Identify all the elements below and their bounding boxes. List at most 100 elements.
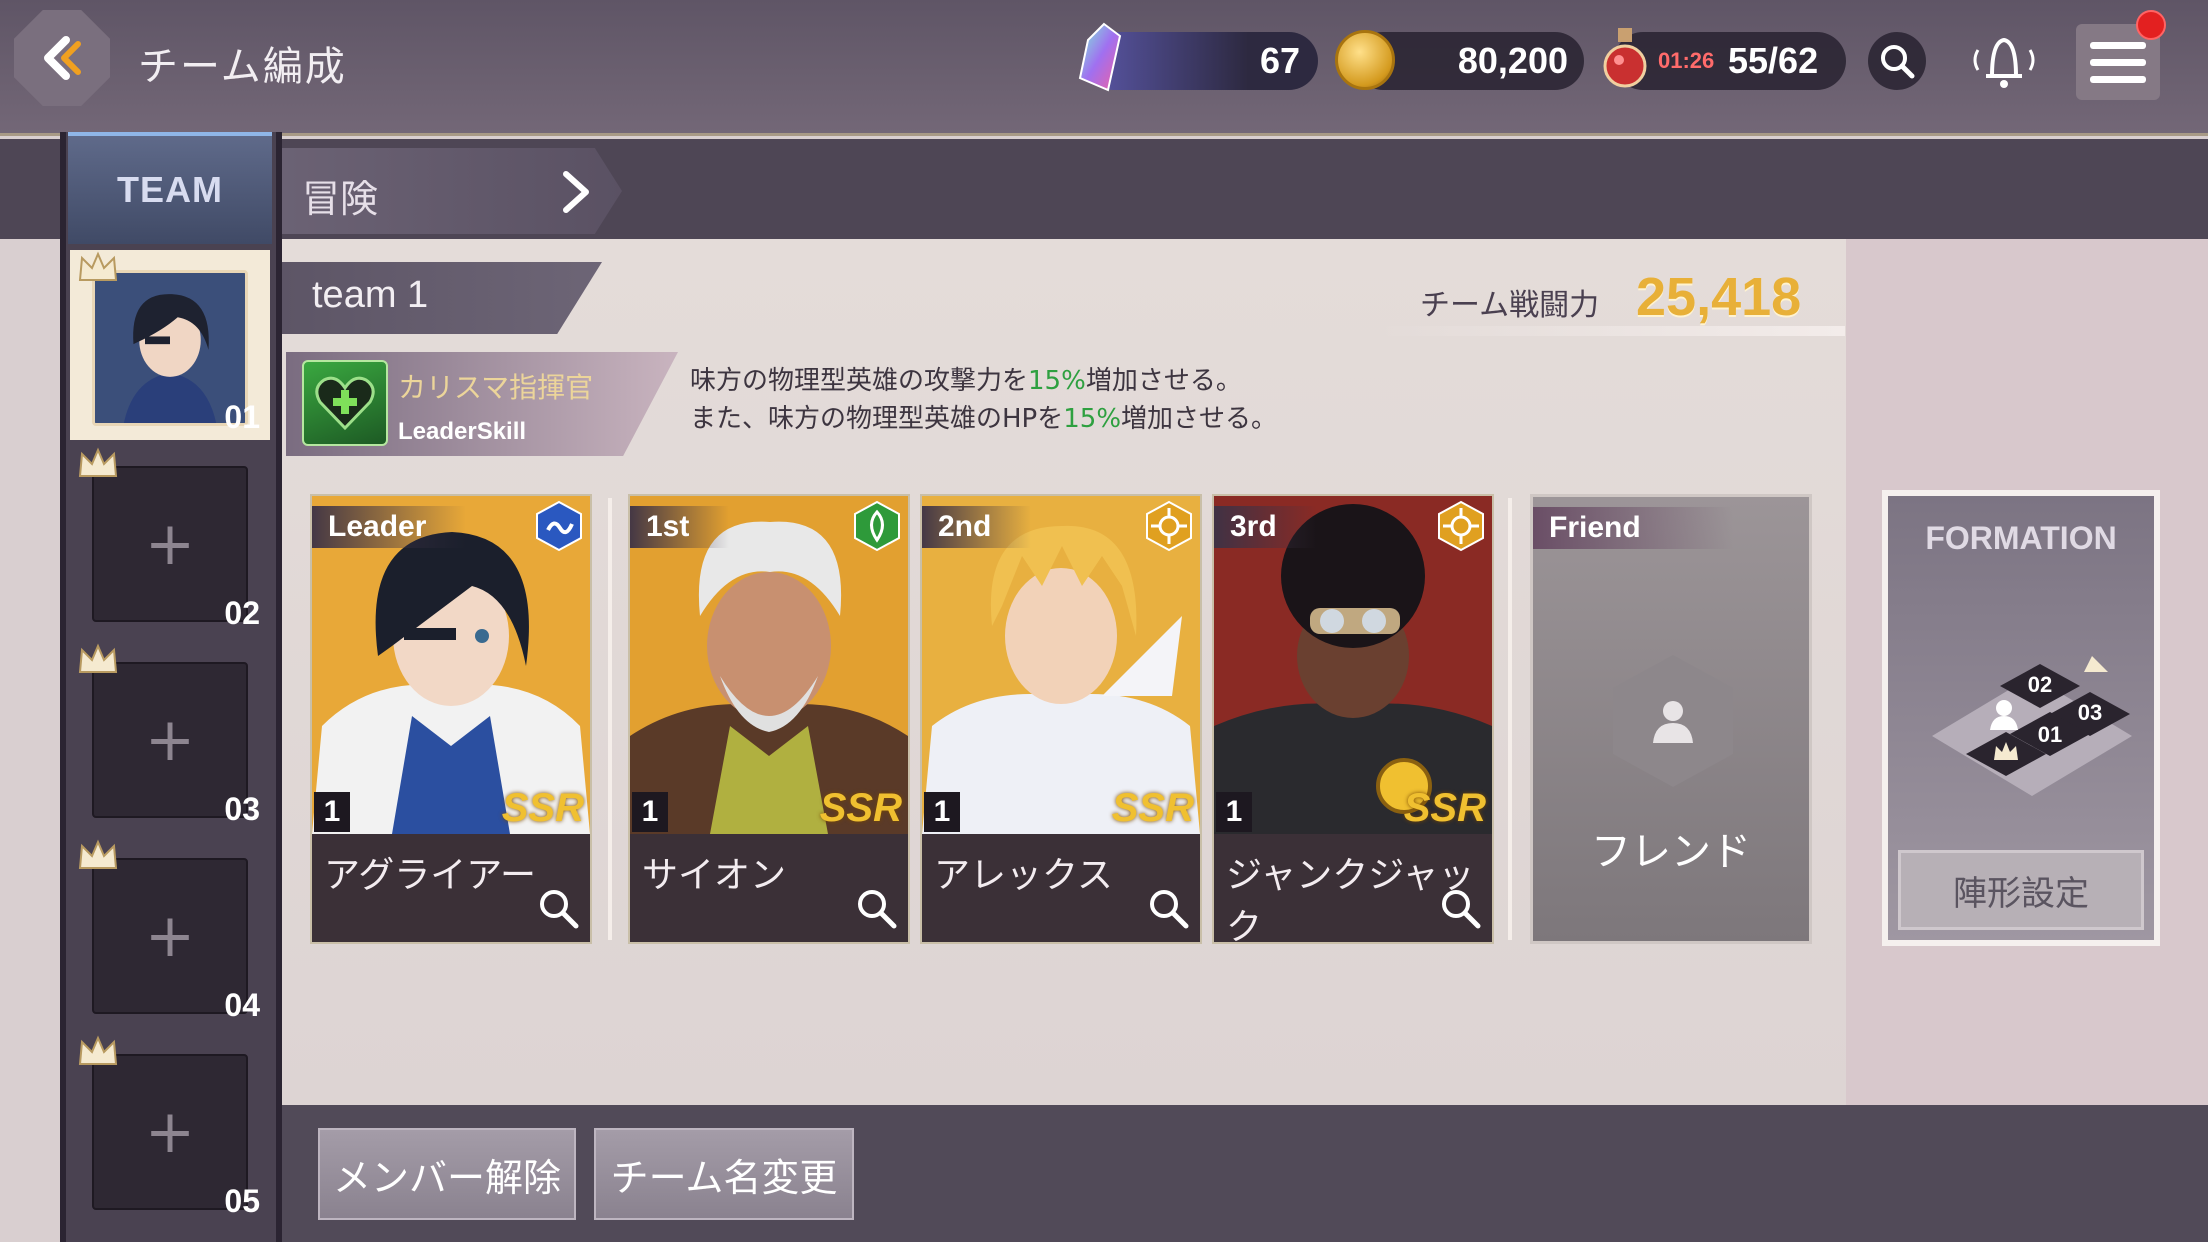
skill-text: 増加させる。 [1121, 404, 1278, 434]
slot-number: 02 [224, 595, 260, 631]
card-level: 1 [924, 792, 960, 832]
potion-icon [1603, 28, 1647, 88]
remove-member-button[interactable]: メンバー解除 [318, 1128, 576, 1220]
notification-button[interactable] [1962, 24, 2046, 96]
card-level: 1 [632, 792, 668, 832]
tab-team[interactable]: TEAM [68, 132, 272, 244]
hero-name: アレックス [934, 855, 1113, 896]
back-button[interactable] [14, 10, 110, 106]
card-role: 3rd [1214, 506, 1317, 548]
plus-icon: + [144, 1097, 196, 1167]
hero-name: アグライアー [324, 855, 537, 896]
earth-element-icon [854, 500, 900, 552]
skill-percent: 15% [1028, 366, 1086, 396]
hero-card-2nd[interactable]: 2nd 1 SSR アレックス [920, 494, 1202, 944]
notification-badge [2136, 10, 2166, 40]
stamina-timer: 01:26 [1658, 48, 1715, 73]
team-slot-2[interactable]: + 02 [70, 446, 270, 636]
skill-text: 味方の物理型英雄の攻撃力を [690, 366, 1029, 396]
light-element-icon [1438, 500, 1484, 552]
rename-team-button[interactable]: チーム名変更 [594, 1128, 854, 1220]
card-level: 1 [314, 792, 350, 832]
bell-icon [1973, 37, 2035, 88]
menu-line [2090, 41, 2146, 49]
heart-icon [315, 376, 375, 431]
detail-search-icon[interactable] [536, 886, 580, 930]
crown-icon [78, 251, 118, 281]
crown-icon [78, 839, 118, 869]
card-role: 1st [630, 506, 730, 548]
skill-percent: 15% [1063, 404, 1122, 434]
crown-icon [78, 1035, 118, 1065]
plus-icon: + [144, 901, 196, 971]
card-level: 1 [1216, 792, 1252, 832]
team-power-label: チーム戦闘力 [1420, 288, 1600, 323]
team-slot-4[interactable]: + 04 [70, 838, 270, 1028]
friend-role: Friend [1533, 507, 1733, 549]
skill-text: また、味方の物理型英雄のHPを [690, 404, 1064, 434]
hero-card-3rd[interactable]: 3rd 1 SSR ジャンクジャック [1212, 494, 1494, 948]
rarity-badge: SSR [1111, 786, 1194, 830]
formation-settings-button[interactable]: 陣形設定 [1898, 850, 2144, 930]
coin-count: 80,200 [1457, 40, 1568, 81]
screen-title: チーム編成 [138, 44, 347, 90]
formation-panel: FORMATION 02 03 01 陣形設定 [1882, 490, 2160, 946]
rarity-badge: SSR [1403, 786, 1486, 830]
coin-icon [1335, 30, 1395, 90]
formation-title: FORMATION [1925, 520, 2117, 556]
rarity-badge: SSR [501, 786, 584, 830]
skill-desc-line-1: 味方の物理型英雄の攻撃力を15%増加させる。 [690, 362, 1277, 400]
person-icon [1996, 700, 2012, 716]
detail-search-icon[interactable] [854, 886, 898, 930]
slot-number: 01 [224, 399, 260, 435]
detail-search-icon[interactable] [1438, 886, 1482, 930]
arrow-icon [2084, 656, 2108, 672]
formation-inner: FORMATION 02 03 01 陣形設定 [1888, 496, 2154, 940]
card-role: Leader [312, 506, 467, 548]
menu-line [2090, 58, 2146, 66]
plus-icon: + [144, 509, 196, 579]
team-tab-label: TEAM [117, 169, 223, 210]
leader-skill-description: 味方の物理型英雄の攻撃力を15%増加させる。 また、味方の物理型英雄のHPを15… [690, 362, 1277, 438]
formation-grid: 02 03 01 [1932, 656, 2132, 796]
team-power-value: 25,418 [1636, 267, 1802, 327]
team-name: team 1 [312, 274, 429, 316]
rarity-badge: SSR [819, 786, 902, 830]
team-slot-1[interactable]: 01 [70, 250, 270, 440]
hero-portrait [95, 273, 245, 423]
crystal-icon [1078, 22, 1122, 92]
crown-icon [78, 447, 118, 477]
hero-card-1st[interactable]: 1st 1 SSR サイオン [628, 494, 910, 944]
team-slot-5[interactable]: + 05 [70, 1034, 270, 1224]
skill-desc-line-2: また、味方の物理型英雄のHPを15%増加させる。 [690, 400, 1277, 438]
team-slot-3[interactable]: + 03 [70, 642, 270, 832]
hero-card-leader[interactable]: Leader 1 SSR アグライアー [310, 494, 592, 944]
friend-placeholder [1613, 655, 1733, 787]
formation-pos: 01 [2038, 722, 2062, 747]
gem-count: 67 [1259, 40, 1300, 81]
slot-number: 03 [224, 791, 260, 827]
menu-line [2090, 75, 2146, 83]
stamina-count: 55/62 [1728, 40, 1819, 81]
adventure-tab-label: 冒険 [302, 177, 379, 221]
slot-number: 05 [224, 1183, 260, 1219]
card-divider [608, 498, 612, 940]
friend-slot[interactable]: Friend フレンド [1530, 494, 1812, 944]
water-element-icon [536, 500, 582, 552]
formation-pos: 03 [2078, 700, 2102, 725]
leader-skill-icon[interactable] [302, 360, 388, 446]
card-divider [1508, 498, 1512, 940]
leader-skill-name: カリスマ指揮官 [398, 371, 594, 404]
search-button[interactable] [1868, 32, 1926, 90]
search-icon [1881, 45, 1915, 79]
light-element-icon [1146, 500, 1192, 552]
chevron-right-icon [563, 171, 589, 213]
card-role: 2nd [922, 506, 1032, 548]
detail-search-icon[interactable] [1146, 886, 1190, 930]
leader-skill-label: LeaderSkill [398, 418, 527, 445]
hero-name: サイオン [642, 855, 787, 896]
person-icon [1653, 701, 1693, 743]
plus-icon: + [144, 705, 196, 775]
friend-label: フレンド [1591, 829, 1751, 875]
crown-icon [78, 643, 118, 673]
